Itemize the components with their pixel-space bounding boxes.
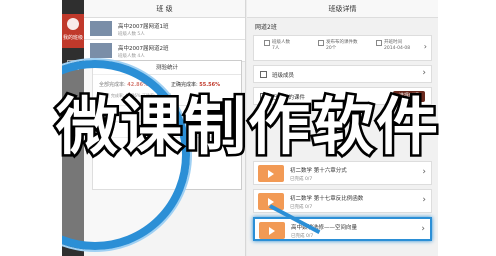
chevron-right-icon[interactable]: › [424, 42, 427, 51]
members-value: 7人 [272, 46, 280, 51]
class-detail-header: 班级详情 [247, 0, 438, 18]
lesson-item[interactable]: 初二数学 第十六章分式 已完成 0/7 › [253, 161, 432, 185]
class-list-header: 班 级 [84, 0, 245, 18]
lesson-count: 0/7 [304, 177, 313, 182]
correct-rate-label: 正确完成率: [171, 82, 198, 88]
lesson-meta: 已完成 0/7 [291, 233, 313, 239]
class-title: 高中2007届网道2班 [118, 46, 169, 52]
lesson-meta: 已完成 0/7 [290, 176, 312, 182]
created-value: 2014-04-08 [384, 46, 411, 51]
overlay-title: 微课制作软件 [53, 89, 440, 164]
screenshot-frame: 我的班级 班 级 高中2007届网道1班 班级人数 5人 高中2007届网道2班… [0, 0, 496, 256]
people-icon [260, 71, 267, 78]
lesson-status: 已完成 [290, 205, 304, 210]
lesson-count: 0/7 [304, 205, 313, 210]
chevron-right-icon: › [422, 167, 426, 177]
class-thumbnail [90, 43, 112, 58]
lesson-status: 已完成 [290, 177, 304, 182]
chevron-right-icon: › [421, 224, 425, 234]
class-info-card: 班级人数 7人 发布布的课件数 20个 开班时间 2014-04-08 › [253, 35, 432, 61]
courses-value: 20个 [326, 46, 337, 51]
play-icon [258, 165, 284, 182]
correct-rate-value: 55.56% [199, 82, 221, 88]
chevron-right-icon: › [422, 68, 426, 78]
members-info: 班级人数 7人 [264, 40, 290, 52]
class-list-item[interactable]: 高中2007届网道2班 班级人数 4人 [84, 40, 245, 62]
lesson-meta: 已完成 0/7 [290, 204, 312, 210]
calendar-icon [376, 40, 382, 46]
correct-rate: 正确完成率: 55.56% [171, 81, 220, 88]
created-info: 开班时间 2014-04-08 [376, 40, 411, 52]
lesson-title: 初二数学 第十六章分式 [290, 168, 347, 174]
play-icon [259, 222, 285, 239]
class-list-item[interactable]: 高中2007届网道1班 班级人数 5人 [84, 18, 245, 40]
people-icon [264, 40, 270, 46]
courses-info: 发布布的课件数 20个 [318, 40, 358, 52]
lesson-count: 0/7 [305, 234, 314, 239]
class-name: 网道2班 [255, 24, 277, 31]
nav-item-label: 我的班级 [62, 35, 83, 41]
class-subtitle: 班级人数 4人 [118, 54, 145, 59]
lesson-title: 初二数学 第十七章反比例函数 [290, 196, 364, 202]
lesson-item-highlighted[interactable]: 高中数学选修——空间向量 已完成 0/7 › [253, 217, 432, 241]
class-members-label: 班级成员 [272, 73, 295, 79]
nav-item-my-class[interactable]: 我的班级 [62, 14, 84, 48]
document-icon [318, 40, 324, 46]
class-thumbnail [90, 21, 112, 36]
lesson-status: 已完成 [291, 234, 305, 239]
class-subtitle: 班级人数 5人 [118, 32, 145, 37]
user-icon [67, 18, 79, 30]
class-title: 高中2007届网道1班 [118, 24, 169, 30]
chevron-right-icon: › [422, 195, 426, 205]
class-members-row[interactable]: 班级成员 › [253, 65, 432, 83]
